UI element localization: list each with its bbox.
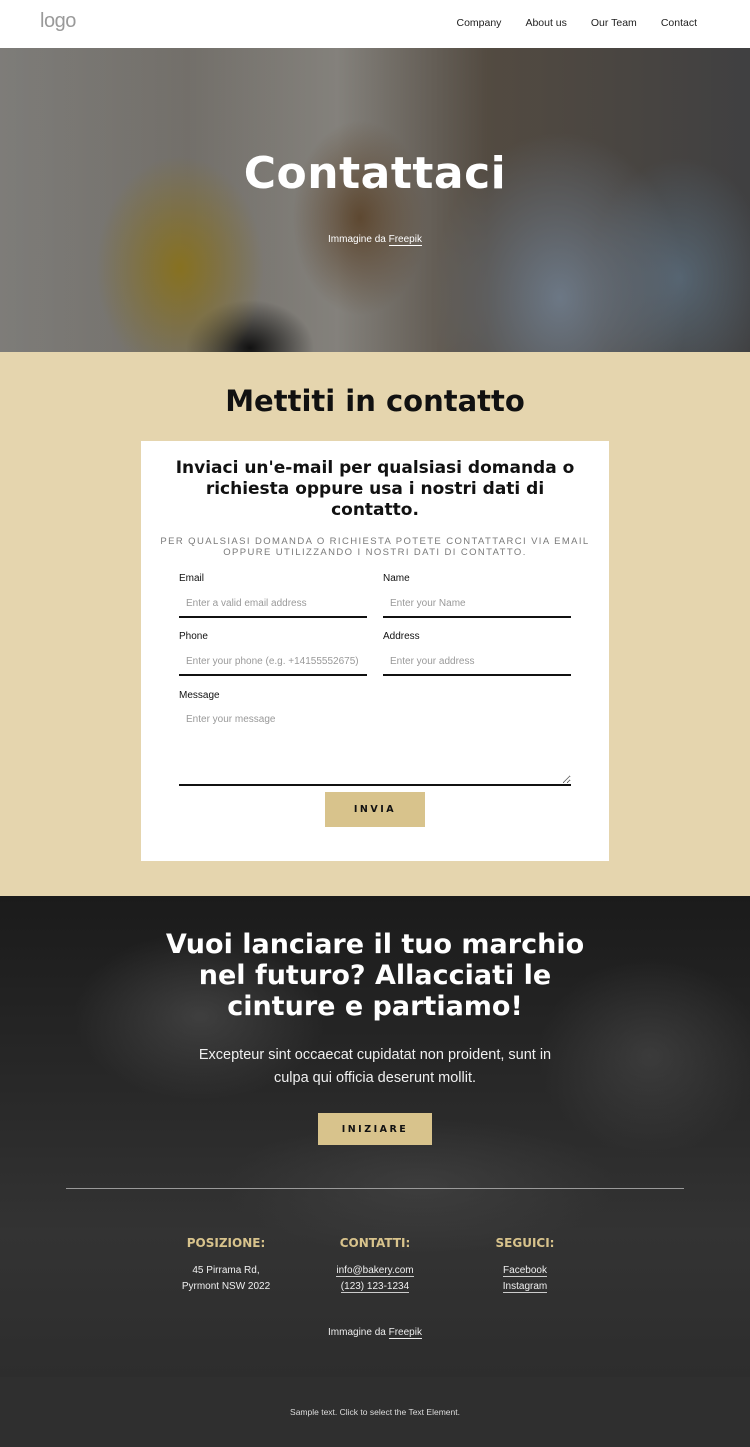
- address-input[interactable]: [383, 649, 571, 676]
- credit-prefix: Immagine da: [328, 1327, 389, 1338]
- nav-contact[interactable]: Contact: [661, 17, 697, 29]
- divider: [66, 1188, 684, 1189]
- follow-heading: SEGUICI:: [495, 1236, 555, 1250]
- facebook-link-text: Facebook: [503, 1265, 547, 1277]
- nav-company[interactable]: Company: [456, 17, 501, 29]
- phone-link-text: (123) 123-1234: [340, 1281, 410, 1293]
- footer-column-contacts: CONTATTI: info@bakery.com (123) 123-1234: [295, 1236, 455, 1295]
- footer-column-position: POSIZIONE: 45 Pirrama Rd, Pyrmont NSW 20…: [146, 1236, 306, 1295]
- phone-link[interactable]: (123) 123-1234: [295, 1279, 455, 1295]
- facebook-link[interactable]: Facebook: [445, 1263, 605, 1279]
- name-label: Name: [383, 573, 410, 584]
- phone-label: Phone: [179, 631, 208, 642]
- bottom-footer: Sample text. Click to select the Text El…: [0, 1377, 750, 1447]
- nav-about-us[interactable]: About us: [525, 17, 566, 29]
- contacts-heading: CONTATTI:: [339, 1236, 411, 1250]
- contact-form-card: Inviaci un'e-mail per qualsiasi domanda …: [141, 441, 609, 861]
- card-title: Inviaci un'e-mail per qualsiasi domanda …: [175, 458, 575, 520]
- message-field-group: Message: [179, 690, 571, 786]
- cta-text: Excepteur sint occaecat cupidatat non pr…: [198, 1047, 552, 1086]
- card-subtitle: PER QUALSIASI DOMANDA O RICHIESTA POTETE…: [160, 536, 590, 558]
- message-textarea[interactable]: [179, 708, 571, 786]
- name-input[interactable]: [383, 591, 571, 618]
- site-header: logo Company About us Our Team Contact: [0, 0, 750, 48]
- cta-footer-section: Vuoi lanciare il tuo marchio nel futuro?…: [0, 896, 750, 1377]
- instagram-link-text: Instagram: [502, 1281, 548, 1293]
- footer-sample-text[interactable]: Sample text. Click to select the Text El…: [0, 1407, 750, 1417]
- freepik-link[interactable]: Freepik: [388, 1327, 422, 1339]
- instagram-link[interactable]: Instagram: [445, 1279, 605, 1295]
- phone-input[interactable]: [179, 649, 367, 676]
- credit-prefix: Immagine da: [328, 234, 389, 245]
- email-field-group: Email: [179, 573, 367, 618]
- position-heading: POSIZIONE:: [186, 1236, 266, 1250]
- contact-section: Mettiti in contatto Inviaci un'e-mail pe…: [0, 352, 750, 896]
- submit-button[interactable]: INVIA: [325, 792, 425, 827]
- email-link[interactable]: info@bakery.com: [295, 1263, 455, 1279]
- address-field-group: Address: [383, 631, 571, 676]
- address-line-2: Pyrmont NSW 2022: [181, 1281, 271, 1292]
- email-label: Email: [179, 573, 205, 584]
- address-line-1: 45 Pirrama Rd,: [192, 1265, 260, 1276]
- phone-field-group: Phone: [179, 631, 367, 676]
- message-label: Message: [179, 690, 220, 701]
- hero-image-credit: Immagine da Freepik: [0, 234, 750, 246]
- freepik-link[interactable]: Freepik: [388, 234, 422, 246]
- hero-section: Contattaci Immagine da Freepik: [0, 48, 750, 352]
- logo[interactable]: logo: [40, 10, 76, 33]
- main-nav: Company About us Our Team Contact: [456, 17, 697, 29]
- cta-title: Vuoi lanciare il tuo marchio nel futuro?…: [165, 929, 585, 1022]
- contact-section-title: Mettiti in contatto: [225, 384, 525, 418]
- nav-our-team[interactable]: Our Team: [591, 17, 637, 29]
- footer-column-follow: SEGUICI: Facebook Instagram: [445, 1236, 605, 1295]
- get-started-button[interactable]: INIZIARE: [318, 1113, 432, 1145]
- footer-image-credit: Immagine da Freepik: [0, 1327, 750, 1339]
- name-field-group: Name: [383, 573, 571, 618]
- address-label: Address: [383, 631, 420, 642]
- email-link-text: info@bakery.com: [336, 1265, 414, 1277]
- hero-title: Contattaci: [243, 148, 507, 199]
- email-input[interactable]: [179, 591, 367, 618]
